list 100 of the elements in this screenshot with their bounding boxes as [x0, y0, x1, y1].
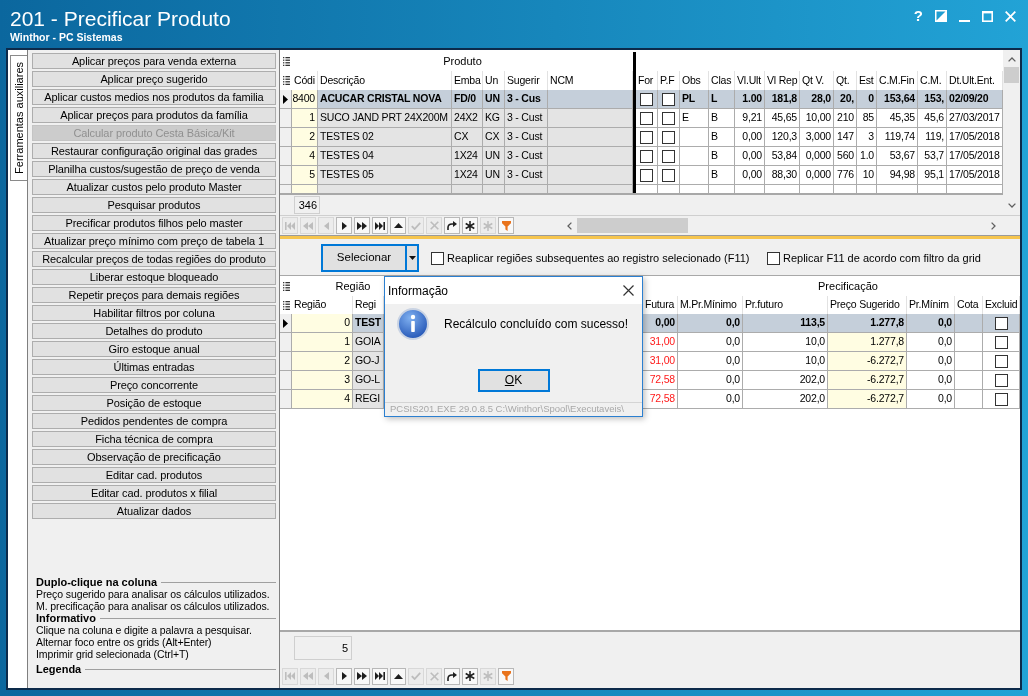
table-cell: 202,0: [743, 390, 828, 409]
close-button[interactable]: [623, 285, 634, 296]
checkbox[interactable]: [994, 373, 1008, 387]
action-button[interactable]: Últimas entradas: [32, 359, 276, 375]
action-button[interactable]: Recalcular preços de todas regiões do produto: [32, 251, 276, 267]
checkbox[interactable]: [662, 168, 675, 182]
table-cell: 0,0: [678, 390, 743, 409]
action-button[interactable]: Observação de precificação: [32, 449, 276, 465]
table-cell: 776: [834, 166, 857, 185]
row-indicator[interactable]: [280, 90, 292, 109]
table-cell: B: [709, 109, 735, 128]
refresh-button[interactable]: [444, 217, 460, 234]
action-button[interactable]: Atualizar preço mínimo com preço de tabela 1: [32, 233, 276, 249]
next-record-button[interactable]: [336, 667, 352, 685]
action-button[interactable]: Posição de estoque: [32, 395, 276, 411]
action-button[interactable]: Liberar estoque bloqueado: [32, 269, 276, 285]
action-button[interactable]: Planilha custos/sugestão de preço de venda: [32, 161, 276, 177]
table-cell: 17/05/2018: [947, 166, 1003, 185]
last-record-button[interactable]: [372, 667, 388, 685]
table-cell: 0,0: [907, 352, 955, 371]
table-cell: 0,00: [643, 314, 678, 333]
action-button[interactable]: Editar cad. produtos x filial: [32, 485, 276, 501]
row-pointer-icon: [283, 94, 288, 104]
table-cell: 3,000: [800, 128, 834, 147]
close-window-button[interactable]: [1005, 10, 1016, 22]
table-cell: 72,58: [643, 390, 678, 409]
asterisk-button[interactable]: [462, 217, 478, 234]
checkbox[interactable]: [640, 168, 653, 182]
select-button[interactable]: Selecionar: [321, 244, 407, 272]
checkbox-label[interactable]: Replicar F11 de acordo com filtro da grid: [783, 249, 981, 267]
table-cell: 1: [292, 333, 353, 352]
filter-button[interactable]: [498, 217, 514, 234]
table-cell: 119,74: [877, 128, 918, 147]
table-cell: 210: [834, 109, 857, 128]
checkbox[interactable]: [662, 92, 675, 106]
action-button[interactable]: Pesquisar produtos: [32, 197, 276, 213]
action-button[interactable]: Ficha técnica de compra: [32, 431, 276, 447]
action-button[interactable]: Aplicar preço sugerido: [32, 71, 276, 87]
scrollbar-thumb[interactable]: [1004, 67, 1019, 83]
next-record-button[interactable]: [336, 217, 352, 234]
checkbox[interactable]: [431, 251, 444, 265]
table-cell: 0,000: [800, 166, 834, 185]
checkbox[interactable]: [640, 111, 653, 125]
checkbox[interactable]: [640, 149, 653, 163]
refresh-button[interactable]: [444, 667, 460, 685]
table-cell: 3 - Cust: [505, 109, 548, 128]
action-button[interactable]: Preço concorrente: [32, 377, 276, 393]
table-cell: 3 - Cust: [505, 128, 548, 147]
table-cell: 560: [834, 147, 857, 166]
action-button[interactable]: Habilitar filtros por coluna: [32, 305, 276, 321]
check-icon: [411, 672, 421, 680]
checkbox-label[interactable]: Reaplicar regiões subsequentes ao registro selecionado (F11): [447, 249, 750, 267]
filter-button[interactable]: [498, 667, 514, 685]
row-indicator[interactable]: [280, 314, 292, 333]
checkbox[interactable]: [662, 111, 675, 125]
table-cell: PL: [680, 90, 709, 109]
checkbox[interactable]: [994, 335, 1008, 349]
row-pointer-icon: [283, 318, 288, 328]
dropdown-button[interactable]: [407, 244, 419, 272]
table-cell: 20,: [834, 90, 857, 109]
ok-button[interactable]: OK: [477, 369, 550, 392]
insert-record-button[interactable]: [390, 217, 406, 234]
left-triangle-icon: [323, 221, 329, 230]
table-cell: -6.272,7: [828, 390, 907, 409]
checkbox[interactable]: [767, 251, 780, 265]
action-button[interactable]: Atualizar dados: [32, 503, 276, 519]
help-text: Preço sugerido para analisar os cálculos utilizados.: [35, 588, 271, 600]
asterisk-button[interactable]: [462, 667, 478, 685]
checkbox[interactable]: [662, 130, 675, 144]
checkbox[interactable]: [994, 316, 1008, 330]
scrollbar-thumb[interactable]: [577, 218, 688, 233]
next-page-button[interactable]: [354, 667, 370, 685]
checkbox[interactable]: [994, 392, 1008, 406]
action-button[interactable]: Aplicar custos medios nos produtos da familia: [32, 89, 276, 105]
table-cell: 3: [857, 128, 877, 147]
action-button[interactable]: Aplicar preços para venda externa: [32, 53, 276, 69]
table-cell: 147: [834, 128, 857, 147]
info-icon: [397, 308, 429, 340]
action-button[interactable]: Pedidos pendentes de compra: [32, 413, 276, 429]
checkbox[interactable]: [640, 92, 653, 106]
action-button[interactable]: Giro estoque anual: [32, 341, 276, 357]
last-record-button[interactable]: [372, 217, 388, 234]
action-button[interactable]: Precificar produtos filhos pelo master: [32, 215, 276, 231]
skip-to-start-icon: [285, 672, 295, 680]
action-button[interactable]: Repetir preços para demais regiões: [32, 287, 276, 303]
insert-record-button[interactable]: [390, 667, 406, 685]
minimize-icon: [959, 20, 970, 22]
checkbox[interactable]: [640, 130, 653, 144]
action-button[interactable]: Aplicar preços para produtos da família: [32, 107, 276, 123]
next-page-button[interactable]: [354, 217, 370, 234]
action-button[interactable]: Detalhes do produto: [32, 323, 276, 339]
side-tab[interactable]: Ferramentas auxiliares: [10, 55, 27, 181]
table-cell: 31,00: [643, 333, 678, 352]
action-button[interactable]: Editar cad. produtos: [32, 467, 276, 483]
theme-button[interactable]: [935, 10, 947, 22]
checkbox[interactable]: [994, 354, 1008, 368]
action-button[interactable]: Atualizar custos pelo produto Master: [32, 179, 276, 195]
checkbox[interactable]: [662, 149, 675, 163]
action-button[interactable]: Restaurar configuração original das grades: [32, 143, 276, 159]
maximize-button[interactable]: [982, 10, 993, 22]
